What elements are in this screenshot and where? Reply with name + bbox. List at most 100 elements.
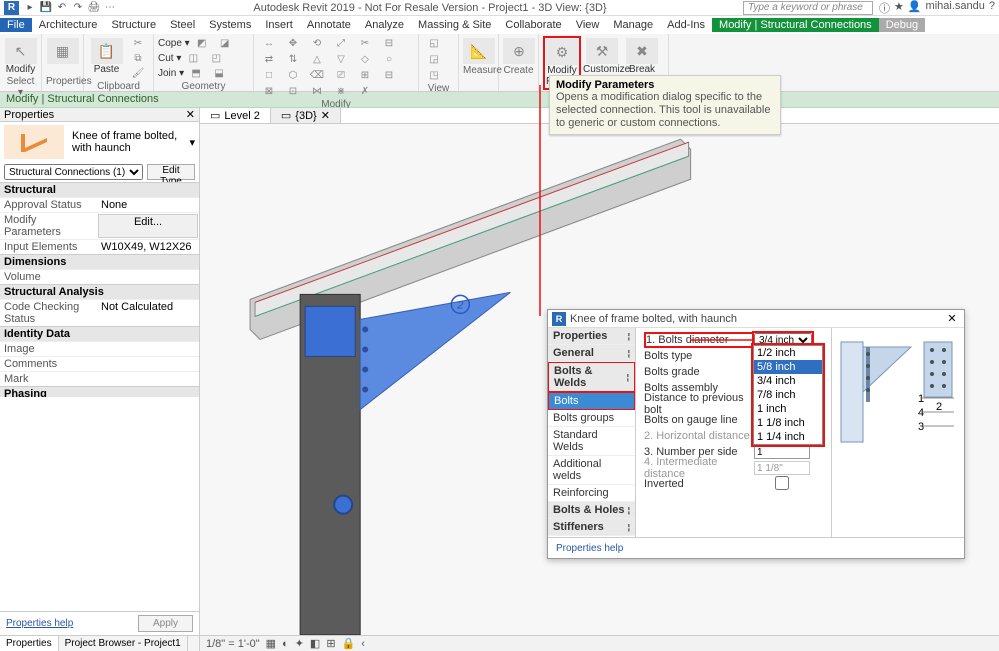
mod-icon-16[interactable]: ⎚ (330, 68, 352, 82)
dialog-nav-item[interactable]: Stiffeners¦ (548, 519, 635, 536)
tab-collaborate[interactable]: Collaborate (498, 18, 568, 32)
qat-open-icon[interactable]: ▸ (23, 1, 37, 15)
tab-modify-structural-connections[interactable]: Modify | Structural Connections (712, 18, 879, 32)
prop-value[interactable]: Not Calculated (97, 300, 199, 326)
break-button[interactable]: ✖Break (623, 36, 661, 75)
dropdown-option[interactable]: 7/8 inch (754, 388, 822, 402)
dropdown-option[interactable]: 1 1/8 inch (754, 416, 822, 430)
mod-icon-18[interactable]: ⊟ (378, 68, 400, 82)
tab-view[interactable]: View (569, 18, 607, 32)
mod-icon-2[interactable]: ✥ (282, 36, 304, 50)
mod-icon-1[interactable]: ↔ (258, 36, 280, 50)
qat-redo-icon[interactable]: ↷ (71, 1, 85, 15)
geom-e-icon[interactable]: ⬒ (185, 66, 207, 80)
cut-icon[interactable]: ✂ (127, 36, 149, 50)
status-icon-2[interactable]: ◐ (282, 638, 289, 650)
prop-value[interactable]: W10X49, W12X26 (97, 240, 199, 254)
dialog-nav-item[interactable]: Bolts & Holes¦ (548, 502, 635, 519)
view-icon-2[interactable]: ◲ (423, 52, 445, 66)
mod-icon-7[interactable]: ⇄ (258, 52, 280, 66)
chevron-left-icon[interactable]: ‹ (361, 638, 365, 650)
mod-icon-6[interactable]: ⊟ (378, 36, 400, 50)
tab-close-icon[interactable]: ✕ (321, 109, 330, 122)
dialog-close-icon[interactable]: ✕ (944, 312, 960, 325)
tab-massing[interactable]: Massing & Site (411, 18, 498, 32)
tab-debug[interactable]: Debug (879, 18, 925, 32)
mod-icon-19[interactable]: ⊠ (258, 84, 280, 98)
status-icon-5[interactable]: ⊞ (326, 637, 335, 650)
qat-more-icon[interactable]: ⋯ (103, 1, 117, 15)
tab-steel[interactable]: Steel (163, 18, 202, 32)
properties-help-link[interactable]: Properties help (6, 618, 73, 629)
qat-print-icon[interactable]: 🖨 (87, 1, 101, 15)
prop-group[interactable]: Dimensions (0, 254, 199, 269)
dialog-nav-item[interactable]: Properties¦ (548, 328, 635, 345)
mod-icon-13[interactable]: □ (258, 68, 280, 82)
geom-b-icon[interactable]: ◪ (214, 36, 236, 50)
tab-annotate[interactable]: Annotate (300, 18, 358, 32)
status-icon-1[interactable]: ▦ (266, 637, 276, 650)
mod-icon-5[interactable]: ✂ (354, 36, 376, 50)
geom-c-icon[interactable]: ◫ (182, 51, 204, 65)
prop-value[interactable] (97, 357, 199, 371)
tab-analyze[interactable]: Analyze (358, 18, 411, 32)
dialog-nav-item[interactable]: Standard Welds (548, 427, 635, 456)
mod-icon-11[interactable]: ◇ (354, 52, 376, 66)
dropdown-option[interactable]: 1/2 inch (754, 346, 822, 360)
view-tab-3d[interactable]: ▭{3D}✕ (271, 108, 341, 123)
tab-file[interactable]: File (0, 18, 32, 32)
geom-f-icon[interactable]: ⬓ (208, 66, 230, 80)
modify-tool-button[interactable]: ↖Modify (4, 36, 37, 75)
tab-structure[interactable]: Structure (104, 18, 163, 32)
type-selector-select[interactable]: Structural Connections (1) (4, 164, 143, 180)
mod-icon-22[interactable]: ⋇ (330, 84, 352, 98)
prop-group[interactable]: Structural Analysis (0, 284, 199, 299)
mod-icon-3[interactable]: ⟲ (306, 36, 328, 50)
param-checkbox[interactable] (754, 476, 810, 490)
prop-group[interactable]: Identity Data (0, 326, 199, 341)
dropdown-option[interactable]: 1 inch (754, 402, 822, 416)
prop-value[interactable] (97, 270, 199, 284)
mod-icon-21[interactable]: ⋈ (306, 84, 328, 98)
mod-icon-14[interactable]: ⬡ (282, 68, 304, 82)
mod-icon-4[interactable]: ⤢ (330, 36, 352, 50)
palette-tab-properties[interactable]: Properties (0, 636, 59, 651)
dialog-nav-item[interactable]: Additional welds (548, 456, 635, 485)
dropdown-option[interactable]: 3/4 inch (754, 374, 822, 388)
status-icon-3[interactable]: ✦ (295, 637, 304, 650)
tab-architecture[interactable]: Architecture (32, 18, 105, 32)
match-icon[interactable]: 🖌 (127, 66, 149, 80)
mod-icon-10[interactable]: ▽ (330, 52, 352, 66)
dialog-nav-item[interactable]: Reinforcing (548, 485, 635, 502)
prop-group[interactable]: Structural (0, 182, 199, 197)
dialog-nav-item[interactable]: Bolts (548, 392, 635, 410)
info-icon[interactable]: ⓘ (879, 0, 890, 16)
dialog-properties-help-link[interactable]: Properties help (556, 543, 623, 554)
scale-text[interactable]: 1/8" = 1'-0" (206, 638, 260, 650)
dialog-nav-item[interactable]: Bolts groups (548, 410, 635, 427)
apply-button[interactable]: Apply (138, 615, 193, 632)
geom-d-icon[interactable]: ◰ (205, 51, 227, 65)
view-tab-level2[interactable]: ▭Level 2 (200, 108, 271, 123)
copy-icon[interactable]: ⧉ (127, 51, 149, 65)
geom-a-icon[interactable]: ◩ (191, 36, 213, 50)
close-icon[interactable]: ✕ (186, 108, 195, 121)
qat-save-icon[interactable]: 💾 (39, 1, 53, 15)
bolts-diameter-dropdown-list[interactable]: 1/2 inch5/8 inch3/4 inch7/8 inch1 inch1 … (753, 345, 823, 445)
mod-icon-17[interactable]: ⊞ (354, 68, 376, 82)
view-icon-1[interactable]: ◱ (423, 36, 445, 50)
dropdown-option[interactable]: 1 1/4 inch (754, 430, 822, 444)
star-icon[interactable]: ★ (894, 0, 904, 16)
view-icon-3[interactable]: ◳ (423, 68, 445, 82)
status-icon-4[interactable]: ◧ (310, 637, 320, 650)
mod-icon-9[interactable]: △ (306, 52, 328, 66)
dropdown-option[interactable]: 5/8 inch (754, 360, 822, 374)
mod-icon-20[interactable]: ⊡ (282, 84, 304, 98)
tab-insert[interactable]: Insert (258, 18, 300, 32)
properties-button[interactable]: ▦ (46, 36, 79, 75)
param-input[interactable] (754, 445, 810, 459)
customize-button[interactable]: ⚒Customize (583, 36, 621, 75)
mod-icon-8[interactable]: ⇅ (282, 52, 304, 66)
paste-button[interactable]: 📋Paste (88, 36, 125, 75)
prop-value[interactable]: None (97, 198, 199, 212)
